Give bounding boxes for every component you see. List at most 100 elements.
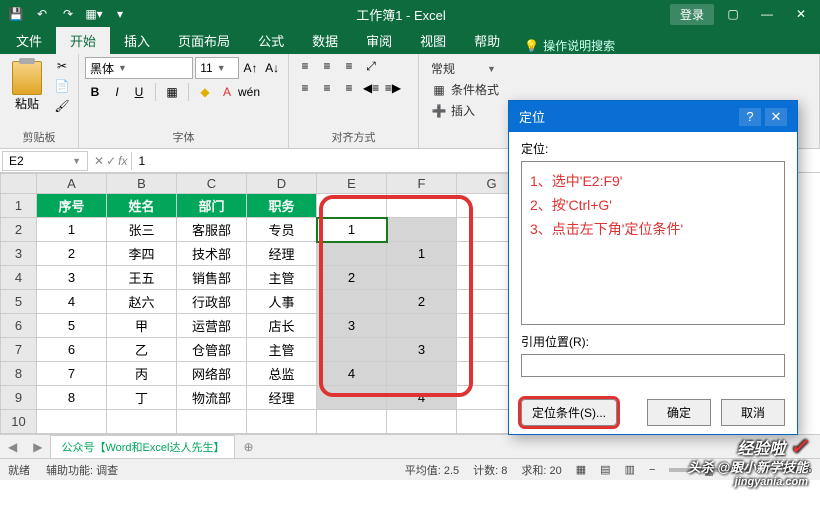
copy-icon[interactable]: 📄 xyxy=(52,77,72,95)
row-header-10[interactable]: 10 xyxy=(1,410,37,434)
cell[interactable] xyxy=(317,410,387,434)
underline-icon[interactable]: U xyxy=(129,83,149,101)
cell[interactable]: 人事 xyxy=(247,290,317,314)
zoom-out-icon[interactable]: − xyxy=(649,464,655,476)
reference-input[interactable] xyxy=(521,354,785,377)
enter-formula-icon[interactable]: ✓ xyxy=(106,154,116,168)
view-page-icon[interactable]: ▤ xyxy=(600,463,610,476)
cell[interactable] xyxy=(387,194,457,218)
font-size-combo[interactable]: 11▼ xyxy=(195,57,238,79)
tell-me-search[interactable]: 💡 操作说明搜索 xyxy=(514,37,625,54)
cell[interactable]: 7 xyxy=(37,362,107,386)
cell[interactable]: 王五 xyxy=(107,266,177,290)
cell[interactable]: 总监 xyxy=(247,362,317,386)
row-header-3[interactable]: 3 xyxy=(1,242,37,266)
cell[interactable]: 4 xyxy=(37,290,107,314)
cell[interactable]: 主管 xyxy=(247,338,317,362)
col-header-E[interactable]: E xyxy=(317,174,387,194)
ribbon-options-icon[interactable]: ▢ xyxy=(718,3,748,25)
tab-home[interactable]: 开始 xyxy=(56,27,110,54)
col-header-D[interactable]: D xyxy=(247,174,317,194)
cell[interactable]: 销售部 xyxy=(177,266,247,290)
cell[interactable]: 5 xyxy=(37,314,107,338)
table-header[interactable]: 职务 xyxy=(247,194,317,218)
cell[interactable]: 2 xyxy=(37,242,107,266)
name-box[interactable]: E2▼ xyxy=(2,151,88,171)
cell[interactable]: 仓管部 xyxy=(177,338,247,362)
cell[interactable]: 2 xyxy=(387,290,457,314)
cell[interactable]: 1 xyxy=(317,218,387,242)
cell[interactable]: 运营部 xyxy=(177,314,247,338)
increase-font-icon[interactable]: A↑ xyxy=(241,59,261,77)
view-break-icon[interactable]: ▥ xyxy=(625,463,635,476)
new-sheet-icon[interactable]: ⊕ xyxy=(235,440,261,454)
save-icon[interactable]: 💾 xyxy=(4,3,28,25)
undo-icon[interactable]: ↶ xyxy=(30,3,54,25)
sheet-nav-next-icon[interactable]: ▶ xyxy=(25,440,50,454)
select-all-corner[interactable] xyxy=(1,174,37,194)
paste-button[interactable]: 粘贴 xyxy=(6,59,48,114)
redo-icon[interactable]: ↷ xyxy=(56,3,80,25)
minimize-icon[interactable]: — xyxy=(752,3,782,25)
cell[interactable] xyxy=(317,386,387,410)
conditional-format-button[interactable]: ▦ 条件格式 xyxy=(427,80,811,99)
goto-listbox[interactable]: 1、选中'E2:F9' 2、按'Ctrl+G' 3、点击左下角'定位条件' xyxy=(521,161,785,325)
cut-icon[interactable]: ✂ xyxy=(52,57,72,75)
table-header[interactable]: 部门 xyxy=(177,194,247,218)
view-normal-icon[interactable]: ▦ xyxy=(576,463,586,476)
cell[interactable] xyxy=(387,266,457,290)
align-left-icon[interactable]: ≡ xyxy=(295,79,315,97)
tab-review[interactable]: 审阅 xyxy=(352,27,406,54)
cell[interactable] xyxy=(387,314,457,338)
cell[interactable]: 8 xyxy=(37,386,107,410)
cell[interactable]: 2 xyxy=(317,266,387,290)
decrease-indent-icon[interactable]: ◀≡ xyxy=(361,79,381,97)
cancel-button[interactable]: 取消 xyxy=(721,399,785,426)
cell[interactable]: 甲 xyxy=(107,314,177,338)
cell[interactable]: 专员 xyxy=(247,218,317,242)
customize-qat-icon[interactable]: ▾ xyxy=(108,3,132,25)
cell[interactable]: 李四 xyxy=(107,242,177,266)
row-header-4[interactable]: 4 xyxy=(1,266,37,290)
qat-btn[interactable]: ▦▾ xyxy=(82,3,106,25)
col-header-F[interactable]: F xyxy=(387,174,457,194)
cell[interactable]: 网络部 xyxy=(177,362,247,386)
tab-view[interactable]: 视图 xyxy=(406,27,460,54)
cell[interactable]: 行政部 xyxy=(177,290,247,314)
cell[interactable]: 经理 xyxy=(247,242,317,266)
cell[interactable]: 4 xyxy=(317,362,387,386)
tab-formula[interactable]: 公式 xyxy=(244,27,298,54)
align-middle-icon[interactable]: ≡ xyxy=(317,57,337,75)
cell[interactable]: 主管 xyxy=(247,266,317,290)
tab-insert[interactable]: 插入 xyxy=(110,27,164,54)
sheet-nav-prev-icon[interactable]: ◀ xyxy=(0,440,25,454)
phonetic-icon[interactable]: wén xyxy=(239,83,259,101)
row-header-1[interactable]: 1 xyxy=(1,194,37,218)
sheet-tab[interactable]: 公众号【Word和Excel达人先生】 xyxy=(50,435,235,459)
cell[interactable] xyxy=(387,218,457,242)
cell[interactable]: 丙 xyxy=(107,362,177,386)
cell[interactable]: 张三 xyxy=(107,218,177,242)
align-right-icon[interactable]: ≡ xyxy=(339,79,359,97)
decrease-font-icon[interactable]: A↓ xyxy=(262,59,282,77)
cell[interactable]: 丁 xyxy=(107,386,177,410)
cell[interactable] xyxy=(317,194,387,218)
font-color-icon[interactable]: A xyxy=(217,83,237,101)
row-header-6[interactable]: 6 xyxy=(1,314,37,338)
cell[interactable]: 客服部 xyxy=(177,218,247,242)
col-header-C[interactable]: C xyxy=(177,174,247,194)
cell[interactable] xyxy=(387,410,457,434)
cell[interactable]: 6 xyxy=(37,338,107,362)
table-header[interactable]: 序号 xyxy=(37,194,107,218)
border-icon[interactable]: ▦ xyxy=(162,83,182,101)
cell[interactable]: 3 xyxy=(387,338,457,362)
row-header-2[interactable]: 2 xyxy=(1,218,37,242)
cell[interactable]: 经理 xyxy=(247,386,317,410)
dialog-titlebar[interactable]: 定位 ? ✕ xyxy=(509,101,797,132)
cell[interactable]: 1 xyxy=(387,242,457,266)
bold-icon[interactable]: B xyxy=(85,83,105,101)
col-header-A[interactable]: A xyxy=(37,174,107,194)
cell[interactable] xyxy=(317,338,387,362)
tab-data[interactable]: 数据 xyxy=(298,27,352,54)
align-bottom-icon[interactable]: ≡ xyxy=(339,57,359,75)
